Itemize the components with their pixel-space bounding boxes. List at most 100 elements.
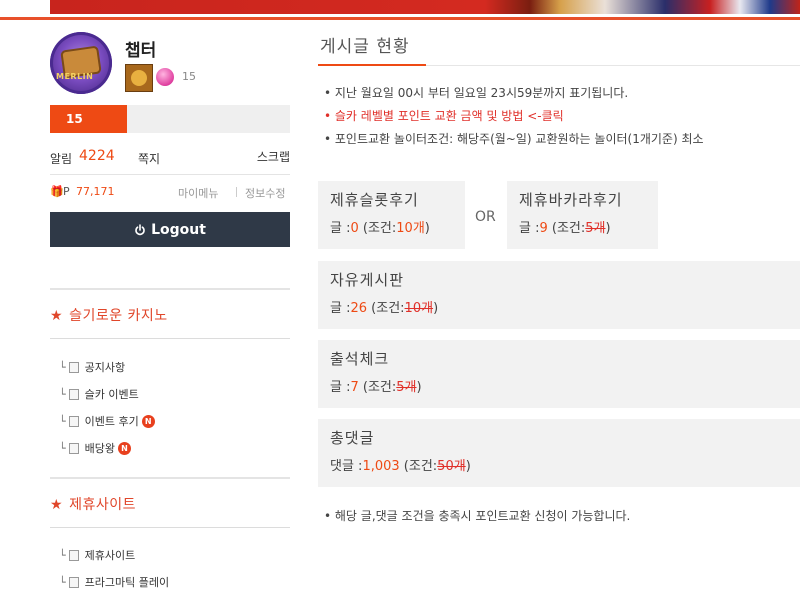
star-icon: ★ [50,308,64,324]
info-exchange-link[interactable]: • 슬카 레벨별 포인트 교환 금액 및 방법 <-클릭 [324,107,564,124]
stat-prefix: 글 : [519,221,540,236]
edit-profile-link[interactable]: 정보수정 [245,185,285,201]
point-label: P [63,185,70,198]
logout-button[interactable]: Logout [50,212,290,247]
level-badge-icon [125,64,153,92]
stat-cond-close: ) [605,221,611,236]
stat-condition: 50개 [437,459,466,474]
power-icon [135,223,145,235]
footer-note: • 해당 글,댓글 조건을 충족시 포인트교환 신청이 가능합니다. [324,509,631,523]
stat-cond-open: (조건: [367,301,405,316]
section-title-casino[interactable]: ★ 슬기로운 카지노 [50,305,168,325]
stat-count: 1,003 [362,459,400,474]
alarm-label[interactable]: 알림 [50,150,72,167]
stat-prefix: 글 : [330,221,351,236]
section-title-label: 슬기로운 카지노 [69,308,168,324]
point-value: 77,171 [76,185,115,198]
stat-count: 7 [350,380,359,395]
info-condition: • 포인트교환 놀이터조건: 해당주(월~일) 교환원하는 놀이터(1개기준) … [324,132,704,146]
stat-prefix: 글 : [330,380,351,395]
tree-branch-icon: └ [59,548,66,562]
tree-branch-icon: └ [59,387,66,401]
sidebar-item-pragmatic[interactable]: └ 프라그마틱 플레이 [59,574,169,590]
box-title: 제휴바카라후기 [519,191,623,209]
banner-divider [0,17,800,20]
banner-image [50,0,800,14]
stat-cond-open: (조건: [358,380,397,395]
section-title-label: 제휴사이트 [69,497,136,513]
document-icon [68,415,79,427]
title-underline [318,64,426,66]
top-banner [0,0,800,14]
document-icon [68,576,79,588]
box-stat: 댓글 :1,003 (조건:50개) [330,455,471,474]
stat-prefix: 댓글 : [330,459,363,474]
tree-branch-icon: └ [59,360,66,374]
box-stat: 글 :26 (조건:10개) [330,297,438,316]
memo-link[interactable]: 쪽지 [138,150,160,167]
new-badge: N [141,414,155,428]
box-attendance: 출석체크 글 :7 (조건:5개) [318,340,800,408]
divider [50,338,290,339]
divider [50,527,290,528]
sidebar-item-label: 공지사항 [84,361,126,374]
mymenu-link[interactable]: 마이메뉴 [178,185,218,201]
stat-condition: 5개 [585,221,606,236]
document-icon [68,549,79,561]
star-icon: ★ [50,497,64,513]
stat-count: 26 [350,301,368,316]
scrap-link[interactable]: 스크랩 [257,148,290,165]
avatar[interactable]: MERLIN [50,32,112,94]
stat-condition: 10개 [404,301,434,316]
stat-count: 0 [350,221,359,236]
divider [236,187,237,197]
box-title: 총댓글 [330,429,375,447]
sidebar-item-event-review[interactable]: └ 이벤트 후기 N [59,413,155,429]
stat-cond-open: (조건: [547,221,586,236]
box-stat: 글 :7 (조건:5개) [330,376,422,395]
info-period: • 지난 월요일 00시 부터 일요일 23시59분까지 표기됩니다. [324,86,629,100]
level-progress-bar: 15 [50,105,290,133]
sidebar-item-partner-site[interactable]: └ 제휴사이트 [59,547,135,563]
sidebar-item-notice[interactable]: └ 공지사항 [59,359,125,375]
stat-condition: 5개 [396,380,417,395]
stat-cond-close: ) [416,380,422,395]
point-row: 🎁 P 77,171 마이메뉴 정보수정 [50,184,290,200]
stats-row: 알림 4224 쪽지 스크랩 [50,148,290,168]
page-title: 게시글 현황 [320,37,410,57]
section-title-partner[interactable]: ★ 제휴사이트 [50,494,136,514]
divider [50,174,290,175]
sidebar-item-label: 이벤트 후기 [84,415,139,428]
alarm-count[interactable]: 4224 [79,148,115,164]
box-free-board: 자유게시판 글 :26 (조건:10개) [318,261,800,329]
avatar-logo-text: MERLIN [56,72,94,81]
sidebar-item-label: 제휴사이트 [84,549,136,562]
sidebar-item-label: 배당왕 [84,442,115,455]
stat-count: 9 [539,221,548,236]
box-title: 자유게시판 [330,271,405,289]
sidebar-item-label: 프라그마틱 플레이 [84,576,170,589]
document-icon [68,442,79,454]
sidebar-item-event[interactable]: └ 슬카 이벤트 [59,386,139,402]
sidebar-item-label: 슬카 이벤트 [84,388,139,401]
divider [50,477,290,479]
sidebar-item-dividend-king[interactable]: └ 배당왕 N [59,440,131,456]
box-title: 출석체크 [330,350,390,368]
level-label: 15 [66,112,83,126]
level-progress-fill [50,105,127,133]
stat-cond-close: ) [465,459,471,474]
document-icon [68,388,79,400]
box-title: 제휴슬롯후기 [330,191,419,209]
stat-cond-close: ) [433,301,439,316]
logout-label: Logout [151,221,206,238]
tree-branch-icon: └ [59,575,66,589]
box-slot-review: 제휴슬롯후기 글 :0 (조건:10개) [318,181,465,249]
box-stat: 글 :0 (조건:10개) [330,217,430,236]
stat-condition: 10개 [396,221,425,236]
divider [50,288,290,290]
box-stat: 글 :9 (조건:5개) [519,217,611,236]
document-icon [68,361,79,373]
tree-branch-icon: └ [59,414,66,428]
stat-cond-close: ) [424,221,430,236]
new-badge: N [118,441,131,455]
